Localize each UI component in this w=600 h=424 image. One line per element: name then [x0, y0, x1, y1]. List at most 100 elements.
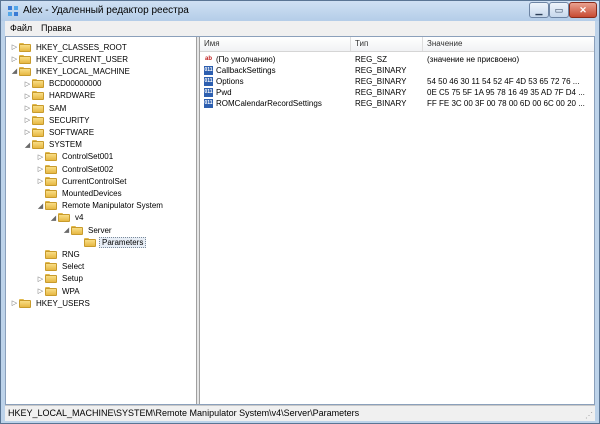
expand-toggle-icon[interactable]: ◢: [10, 67, 19, 75]
tree-node-label[interactable]: ControlSet002: [60, 165, 115, 174]
tree-node-label[interactable]: Select: [60, 262, 86, 271]
tree-node[interactable]: ▷ HKEY_USERS: [10, 297, 92, 309]
folder-icon: [32, 91, 44, 101]
tree-node[interactable]: ▷ WPA: [36, 285, 82, 297]
expand-toggle-icon[interactable]: ▷: [36, 177, 45, 185]
value-row[interactable]: 011 ROMCalendarRecordSettings REG_BINARY FF…: [200, 99, 594, 110]
tree-node[interactable]: ◢ Server: [62, 224, 114, 236]
tree-node-label[interactable]: Parameters: [99, 236, 147, 248]
tree-node-label[interactable]: Setup: [60, 274, 85, 283]
binary-value-icon: 011: [204, 99, 213, 108]
column-header-name[interactable]: Имя: [204, 39, 220, 48]
tree-node[interactable]: ▷ HKEY_CLASSES_ROOT: [10, 41, 129, 53]
tree-node-label[interactable]: MountedDevices: [60, 189, 124, 198]
folder-icon: [32, 115, 44, 125]
tree-node[interactable]: ▷ HKEY_CURRENT_USER: [10, 53, 130, 65]
expand-toggle-icon[interactable]: ◢: [49, 214, 58, 222]
value-name: Pwd: [216, 88, 232, 97]
expand-toggle-icon[interactable]: ▷: [23, 104, 32, 112]
tree-node-label[interactable]: ControlSet001: [60, 152, 115, 161]
tree-node[interactable]: RNG: [36, 248, 82, 260]
value-data: FF FE 3C 00 3F 00 78 00 6D 00 6C 00 20 .…: [427, 99, 585, 108]
tree-node-label[interactable]: SYSTEM: [47, 140, 84, 149]
resize-grip-icon[interactable]: ⋰: [585, 411, 593, 420]
tree-node[interactable]: ◢ HKEY_LOCAL_MACHINE: [10, 65, 132, 77]
folder-icon: [45, 164, 57, 174]
expand-toggle-icon[interactable]: ▷: [10, 55, 19, 63]
expand-toggle-icon[interactable]: ▷: [23, 116, 32, 124]
tree-node[interactable]: ▷ Setup: [36, 273, 85, 285]
folder-icon: [84, 237, 96, 247]
tree-node[interactable]: ▷ SECURITY: [23, 114, 91, 126]
tree-node-label[interactable]: v4: [73, 213, 85, 222]
column-divider[interactable]: [422, 37, 423, 51]
expand-toggle-icon[interactable]: ▷: [36, 153, 45, 161]
tree-node[interactable]: ◢ Remote Manipulator System: [36, 200, 165, 212]
string-value-icon: ab: [204, 56, 212, 62]
tree-node-label[interactable]: BCD00000000: [47, 79, 103, 88]
tree-node[interactable]: ▷ ControlSet002: [36, 163, 115, 175]
tree-node-label[interactable]: HKEY_CURRENT_USER: [34, 55, 130, 64]
tree-node-label[interactable]: HKEY_CLASSES_ROOT: [34, 43, 129, 52]
tree-node-label[interactable]: CurrentControlSet: [60, 177, 128, 186]
tree-node-label[interactable]: SECURITY: [47, 116, 91, 125]
tree-node-label[interactable]: HKEY_LOCAL_MACHINE: [34, 67, 132, 76]
tree-node[interactable]: ▷ SOFTWARE: [23, 126, 96, 138]
folder-icon: [45, 249, 57, 259]
expand-toggle-icon[interactable]: ◢: [36, 202, 45, 210]
value-name: CallbackSettings: [216, 66, 276, 75]
tree-node[interactable]: Parameters: [75, 236, 147, 248]
expand-toggle-icon[interactable]: ▷: [10, 299, 19, 307]
tree-node-label[interactable]: HKEY_USERS: [34, 299, 92, 308]
tree-node[interactable]: ▷ ControlSet001: [36, 151, 115, 163]
folder-icon: [45, 201, 57, 211]
menu-file[interactable]: Файл: [10, 23, 32, 33]
expand-toggle-icon[interactable]: ▷: [23, 128, 32, 136]
value-row[interactable]: ab (По умолчанию) REG_SZ (значение не присв…: [200, 55, 594, 66]
column-header-value[interactable]: Значение: [427, 39, 462, 48]
minimize-button[interactable]: ▁: [529, 2, 549, 18]
status-path: HKEY_LOCAL_MACHINE\SYSTEM\Remote Manipul…: [8, 408, 360, 418]
menu-edit[interactable]: Правка: [41, 23, 71, 33]
value-row[interactable]: 011 Pwd REG_BINARY 0E C5 75 5F 1A 95 78 16 …: [200, 88, 594, 99]
close-button[interactable]: ✕: [569, 2, 597, 18]
expand-toggle-icon[interactable]: ▷: [10, 43, 19, 51]
tree-node[interactable]: ◢ SYSTEM: [23, 139, 84, 151]
tree-node-label[interactable]: SAM: [47, 104, 68, 113]
values-list[interactable]: Имя Тип Значение ab (По умолчанию) REG_SZ (…: [200, 37, 594, 404]
registry-editor-window: Alex - Удаленный редактор реестра ▁ ▭ ✕ …: [0, 0, 600, 424]
expand-toggle-icon[interactable]: ▷: [23, 80, 32, 88]
tree-node-label[interactable]: HARDWARE: [47, 91, 97, 100]
tree-node[interactable]: MountedDevices: [36, 187, 124, 199]
value-type: REG_SZ: [355, 55, 388, 64]
tree-node-label[interactable]: Server: [86, 226, 114, 235]
expand-toggle-icon[interactable]: ▷: [36, 287, 45, 295]
expand-toggle-icon[interactable]: ▷: [36, 275, 45, 283]
value-name: ROMCalendarRecordSettings: [216, 99, 322, 108]
column-divider[interactable]: [350, 37, 351, 51]
tree-node-label[interactable]: Remote Manipulator System: [60, 201, 165, 210]
folder-icon: [19, 66, 31, 76]
value-row[interactable]: 011 CallbackSettings REG_BINARY: [200, 66, 594, 77]
expand-toggle-icon[interactable]: ▷: [36, 165, 45, 173]
tree-node-label[interactable]: SOFTWARE: [47, 128, 96, 137]
registry-tree[interactable]: ▷ HKEY_CLASSES_ROOT ▷ HKEY_CURRENT_USER ◢ HKE…: [6, 37, 196, 404]
tree-node[interactable]: Select: [36, 261, 86, 273]
tree-node[interactable]: ▷ SAM: [23, 102, 68, 114]
folder-icon: [32, 103, 44, 113]
expand-toggle-icon[interactable]: ▷: [23, 92, 32, 100]
tree-node-label[interactable]: RNG: [60, 250, 82, 259]
expand-toggle-icon[interactable]: ◢: [62, 226, 71, 234]
column-header-type[interactable]: Тип: [355, 39, 368, 48]
folder-icon: [32, 127, 44, 137]
tree-node-label[interactable]: WPA: [60, 287, 82, 296]
tree-node[interactable]: ▷ BCD00000000: [23, 78, 103, 90]
tree-node[interactable]: ▷ HARDWARE: [23, 90, 97, 102]
folder-icon: [45, 286, 57, 296]
maximize-button[interactable]: ▭: [549, 2, 569, 18]
tree-node[interactable]: ▷ CurrentControlSet: [36, 175, 128, 187]
title-bar[interactable]: Alex - Удаленный редактор реестра ▁ ▭ ✕: [1, 1, 599, 21]
value-row[interactable]: 011 Options REG_BINARY 54 50 46 30 11 54 52…: [200, 77, 594, 88]
expand-toggle-icon[interactable]: ◢: [23, 141, 32, 149]
tree-node[interactable]: ◢ v4: [49, 212, 85, 224]
